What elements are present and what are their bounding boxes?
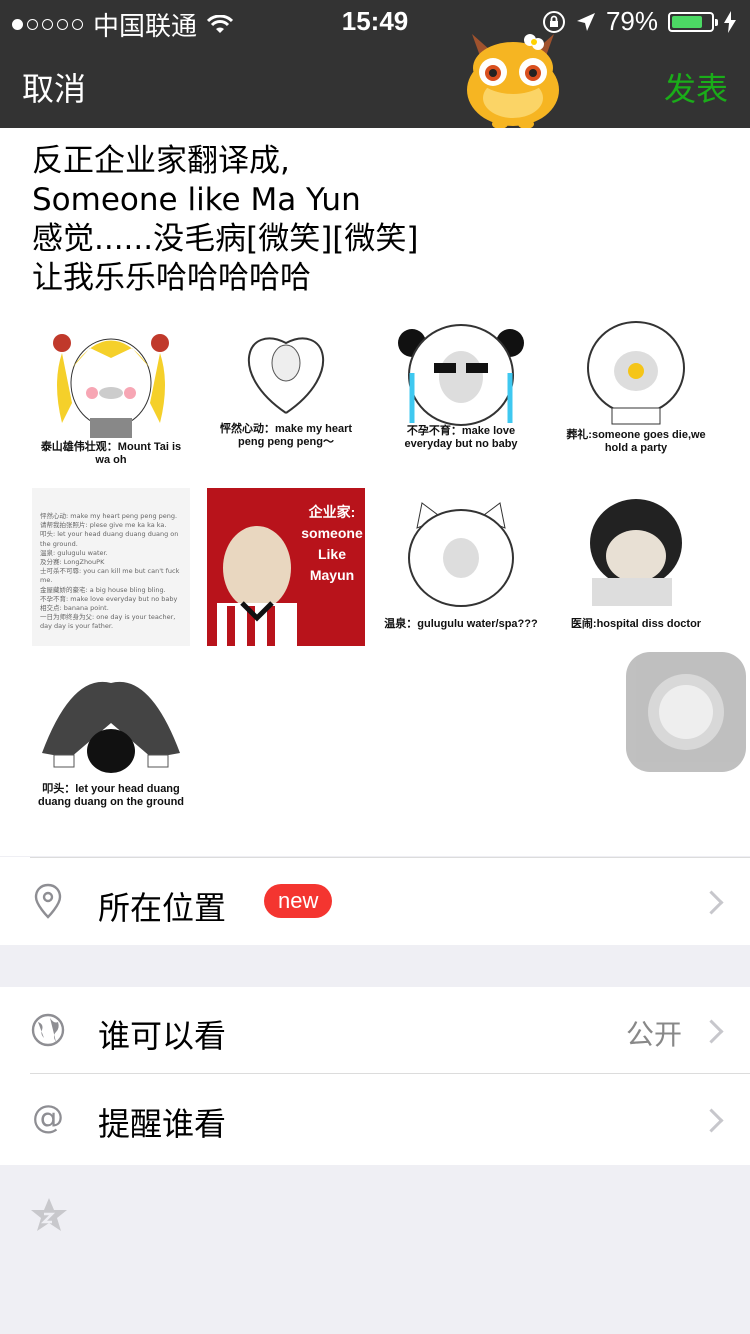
- text-line: 士可杀不可辱: you can kill me but can't fuck m…: [40, 567, 180, 585]
- text-line: 金屋藏娇的豪宅: a big house bling bling.: [40, 585, 166, 594]
- location-row[interactable]: 所在位置 new: [0, 857, 750, 945]
- location-label: 所在位置: [98, 889, 227, 927]
- post-line: 感觉......没毛病[微笑][微笑]: [32, 221, 419, 257]
- text-line: 温泉: gulugulu water.: [40, 548, 108, 557]
- image-thumb-text-list[interactable]: 怦然心动: make my heart peng peng peng. 请帮我拍…: [32, 488, 190, 646]
- location-arrow-icon: [576, 12, 595, 31]
- image-thumb-doctor[interactable]: 医闹:hospital diss doctor: [557, 488, 715, 646]
- image-thumb-cat[interactable]: 温泉：gulugulu water/spa???: [382, 488, 540, 646]
- image-caption: 泰山雄伟壮观：Mount Tai is wa oh: [40, 441, 182, 466]
- new-badge: new: [264, 884, 333, 918]
- remind-row[interactable]: @ 提醒谁看: [0, 1073, 750, 1165]
- image-thumb-heart[interactable]: 怦然心动：make my heart peng peng peng～: [207, 313, 365, 471]
- image-caption: 不孕不育：make love everyday but no baby: [404, 425, 518, 450]
- battery-percent: 79%: [605, 6, 658, 36]
- overlay-text: 企业家:: [308, 504, 356, 520]
- at-icon: @: [32, 1098, 64, 1136]
- image-thumb-panda[interactable]: 不孕不育：make love everyday but no baby: [382, 313, 540, 471]
- chevron-right-icon: [699, 1108, 724, 1133]
- image-caption: 叩头：let your head duang duang duang on th…: [37, 783, 185, 808]
- nav-bar: 取消 发表: [0, 40, 750, 128]
- post-text[interactable]: 反正企业家翻译成, Someone like Ma Yun 感觉......没毛…: [32, 142, 722, 298]
- chevron-right-icon: [699, 1019, 724, 1044]
- cancel-button[interactable]: 取消: [22, 64, 86, 110]
- image-caption: 葬礼:someone goes die,we hold a party: [566, 429, 706, 454]
- battery-level: [672, 15, 702, 28]
- overlay-text: Like: [317, 546, 346, 562]
- assistive-touch-button[interactable]: [626, 652, 746, 772]
- post-line: 让我乐乐哈哈哈哈哈: [32, 260, 311, 296]
- image-caption: 温泉：gulugulu water/spa???: [384, 618, 538, 630]
- image-thumb-mayun[interactable]: 企业家: someone Like Mayun: [207, 488, 365, 646]
- overlay-text: Mayun: [309, 567, 355, 583]
- charging-icon: [724, 10, 736, 33]
- post-line: 反正企业家翻译成,: [32, 143, 290, 179]
- remind-label: 提醒谁看: [98, 1105, 227, 1143]
- text-line: 相交点: banana point.: [40, 604, 109, 613]
- post-button[interactable]: 发表: [664, 64, 728, 110]
- globe-icon: [31, 1013, 65, 1047]
- chevron-right-icon: [699, 890, 724, 915]
- image-caption: 怦然心动：make my heart peng peng peng～: [219, 423, 353, 448]
- status-bar: 中国联通 15:49 79%: [0, 0, 750, 41]
- battery-icon: [668, 11, 718, 32]
- visibility-label: 谁可以看: [98, 1017, 227, 1055]
- visibility-row[interactable]: 谁可以看 公开: [0, 987, 750, 1073]
- visibility-value: 公开: [625, 1018, 682, 1051]
- post-line: Someone like Ma Yun: [32, 182, 361, 218]
- text-line: 一日为师终身为父: one day is your teacher, day d…: [40, 613, 176, 631]
- image-caption: 医闹:hospital diss doctor: [570, 618, 702, 630]
- overlay-text: someone: [301, 525, 363, 541]
- status-right: 79%: [542, 6, 736, 37]
- star-icon[interactable]: [30, 1196, 68, 1234]
- cow-mascot-icon: [467, 34, 559, 129]
- text-line: 及分赛: LongZhouPK: [40, 558, 105, 567]
- image-thumb-girl[interactable]: 泰山雄伟壮观：Mount Tai is wa oh: [32, 313, 190, 471]
- image-thumb-flower[interactable]: 葬礼:someone goes die,we hold a party: [557, 313, 715, 471]
- location-pin-icon: [34, 883, 62, 919]
- image-thumb-kowtow[interactable]: 叩头：let your head duang duang duang on th…: [32, 663, 190, 821]
- text-line: 叩头: let your head duang duang duang on t…: [40, 530, 179, 548]
- text-line: 怦然心动: make my heart peng peng peng.: [40, 512, 178, 520]
- text-line: 不孕不育: make love everyday but no baby: [40, 594, 178, 603]
